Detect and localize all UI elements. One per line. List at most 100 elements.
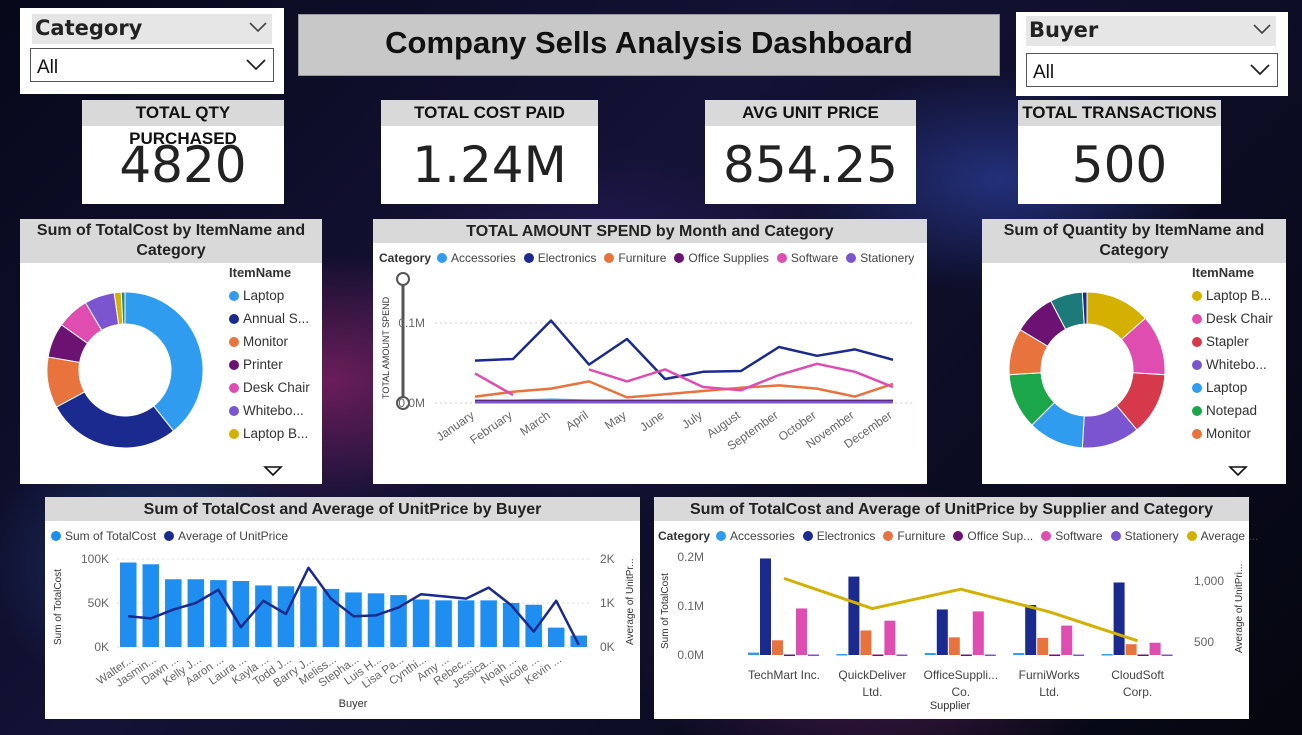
legend-items: Sum of TotalCost Average of UnitPrice <box>51 529 296 543</box>
bar <box>1025 605 1037 655</box>
legend-more-icon[interactable] <box>263 465 283 477</box>
legend-item[interactable]: Accessories <box>716 529 795 543</box>
legend-item[interactable]: Whitebo... <box>1192 357 1273 372</box>
chevron-down-icon[interactable] <box>248 20 268 34</box>
legend-item[interactable]: Desk Chair <box>229 380 310 395</box>
legend-dot-icon <box>229 383 239 393</box>
donut-chart-quantity[interactable] <box>1002 285 1172 455</box>
legend-dot-icon <box>229 337 239 347</box>
donut-cost-title: Sum of TotalCost by ItemName and Categor… <box>20 219 322 263</box>
y-tick-label-left: 0K <box>94 640 109 654</box>
legend-dot-icon <box>1192 291 1202 301</box>
legend-item[interactable]: Electronics <box>523 251 596 265</box>
legend-item[interactable]: Stapler <box>1192 334 1273 349</box>
legend-dot-icon <box>229 360 239 370</box>
line-chart[interactable]: TOTAL AMOUNT SPEND 0.1M0.0MJanuaryFebruar… <box>373 267 927 481</box>
donut-qty-card[interactable]: Sum of Quantity by ItemName and Category… <box>982 219 1286 484</box>
x-tick-label: Ltd. <box>1039 685 1059 699</box>
legend-item[interactable]: Desk Chair <box>1192 311 1273 326</box>
bar <box>1037 637 1049 655</box>
supplier-combo-chart[interactable]: 0.2M 0.1M 0.0M 1,000 500 Sum of TotalCost Aver… <box>654 545 1249 717</box>
buyer-chart-card[interactable]: Sum of TotalCost and Average of UnitPric… <box>45 497 640 719</box>
category-slicer[interactable]: Category All <box>20 8 284 94</box>
legend-more-icon[interactable] <box>1228 465 1248 477</box>
x-tick-label: TechMart Inc. <box>748 668 820 682</box>
legend-item[interactable]: Software <box>776 251 839 265</box>
category-slicer-header[interactable]: Category <box>32 14 272 44</box>
legend-item[interactable]: Monitor <box>1192 426 1273 441</box>
legend-item[interactable]: Average ... <box>1186 529 1259 543</box>
legend-item[interactable]: Office Sup... <box>953 529 1033 543</box>
legend-item[interactable]: Accessories <box>437 251 516 265</box>
legend-item[interactable]: Laptop <box>1192 380 1273 395</box>
legend-item[interactable]: Laptop B... <box>229 426 310 441</box>
y-axis-title-left: Sum of TotalCost <box>53 569 64 645</box>
y-tick-label: 0.1M <box>398 316 425 330</box>
legend-dot-icon <box>523 253 534 263</box>
buyer-slicer-header[interactable]: Buyer <box>1026 16 1276 46</box>
legend-label: Office Sup... <box>967 529 1034 543</box>
x-tick-label: February <box>467 408 514 447</box>
legend-item[interactable]: Notepad <box>1192 403 1273 418</box>
donut-cost-card[interactable]: Sum of TotalCost by ItemName and Categor… <box>20 219 322 484</box>
legend-dot-icon <box>229 314 239 324</box>
buyer-slicer[interactable]: Buyer All <box>1016 12 1288 96</box>
y-axis-title: TOTAL AMOUNT SPEND <box>381 296 391 399</box>
category-dropdown[interactable]: All <box>30 48 274 82</box>
legend-item[interactable]: Stationery <box>1110 529 1179 543</box>
legend-item[interactable]: Average of UnitPrice <box>164 529 288 543</box>
legend-item[interactable]: Electronics <box>802 529 876 543</box>
bar <box>860 630 872 655</box>
supplier-chart-card[interactable]: Sum of TotalCost and Average of UnitPric… <box>654 497 1258 719</box>
legend-dot-icon <box>846 253 857 263</box>
legend-label: Furniture <box>897 529 946 543</box>
kpi-label: TOTAL QTY PURCHASED <box>82 100 284 148</box>
series-line <box>474 380 894 399</box>
legend-dot-icon <box>437 253 448 263</box>
legend-dot-icon <box>229 406 239 416</box>
series-line <box>474 319 894 381</box>
legend-label: Laptop B... <box>1206 288 1272 303</box>
bar <box>836 654 848 656</box>
buyer-dropdown[interactable]: All <box>1026 53 1278 87</box>
legend-item[interactable]: Furniture <box>604 251 666 265</box>
bar <box>1101 654 1113 656</box>
legend-item[interactable]: Monitor <box>229 334 310 349</box>
legend-item[interactable]: Annual S... <box>229 311 310 326</box>
legend-item[interactable]: Furniture <box>883 529 945 543</box>
legend-item[interactable]: Sum of TotalCost <box>51 529 156 543</box>
legend-dot-icon <box>229 429 239 439</box>
category-dropdown-value: All <box>37 57 59 78</box>
bar <box>300 586 317 647</box>
y-tick-label-left: 50K <box>88 596 109 610</box>
bar <box>1161 654 1173 657</box>
y-axis-title-right: Average of UnitPr... <box>625 558 636 645</box>
legend-label: Laptop <box>243 288 285 303</box>
legend-item[interactable]: Office Supplies <box>674 251 769 265</box>
donut-chart-cost[interactable] <box>40 285 210 455</box>
legend-item[interactable]: Stationery <box>846 251 914 265</box>
bar <box>784 654 795 657</box>
chevron-down-icon[interactable] <box>1252 22 1272 36</box>
legend-label: Accessories <box>730 529 795 543</box>
buyer-chart-title: Sum of TotalCost and Average of UnitPric… <box>45 497 640 521</box>
legend-label: Average ... <box>1200 529 1259 543</box>
legend-label: Software <box>790 251 839 265</box>
legend-item[interactable]: Laptop B... <box>1192 288 1273 303</box>
line-chart-card[interactable]: TOTAL AMOUNT SPEND by Month and Category… <box>373 219 927 484</box>
bar <box>1137 654 1149 657</box>
bar <box>277 586 295 647</box>
legend-item[interactable]: Printer <box>229 357 310 372</box>
bar <box>435 600 452 647</box>
legend-label: Accessories <box>451 251 516 265</box>
buyer-combo-chart[interactable]: 100K 2K 50K 1K 0K 0K Sum of TotalCost Average o… <box>45 545 640 717</box>
legend-label: Monitor <box>1206 426 1252 441</box>
x-tick-label: June <box>637 408 667 435</box>
legend-item[interactable]: Laptop <box>229 288 310 303</box>
legend-item[interactable]: Software <box>1041 529 1103 543</box>
legend-item[interactable]: Whitebo... <box>229 403 310 418</box>
bar <box>412 599 430 647</box>
legend-dot-icon <box>953 531 964 541</box>
x-tick-label: FurniWorks <box>1019 668 1080 682</box>
legend-label: Electronics <box>816 529 876 543</box>
